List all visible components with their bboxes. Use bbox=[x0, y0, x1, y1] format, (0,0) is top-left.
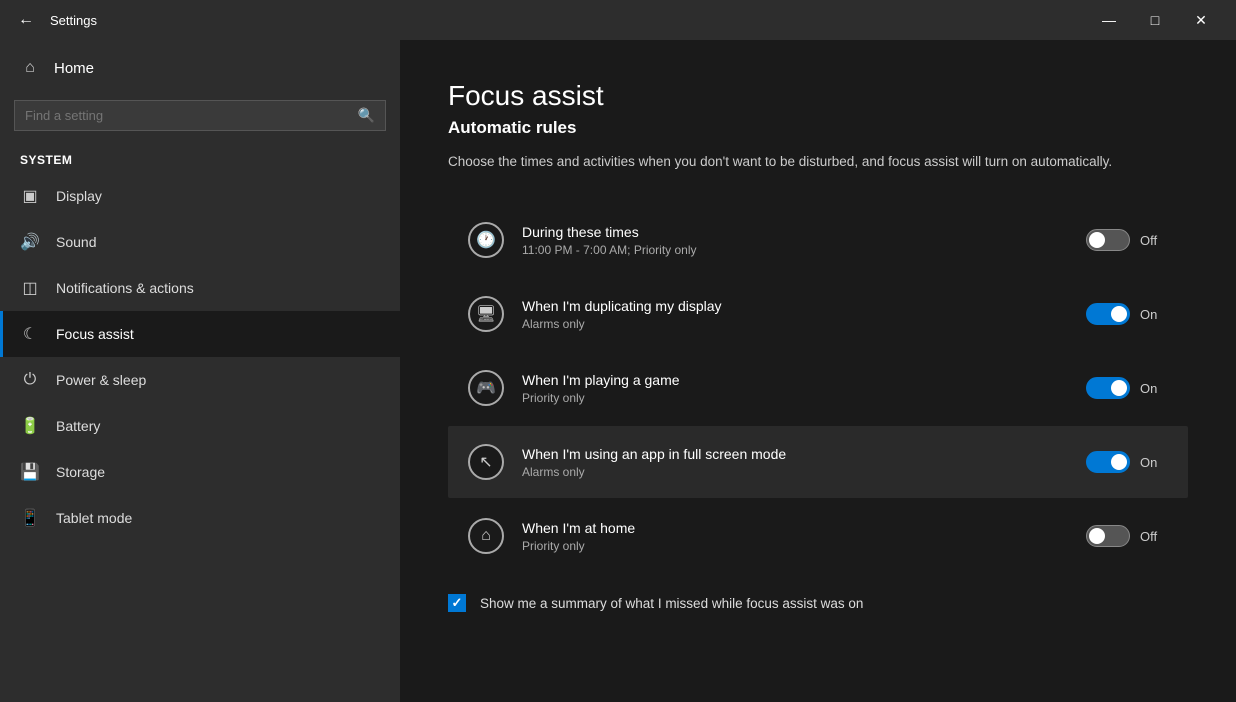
sidebar-item-label: Storage bbox=[56, 464, 105, 480]
page-title: Focus assist bbox=[448, 80, 1188, 112]
toggle-thumb bbox=[1111, 380, 1127, 396]
rule-info: When I'm at home Priority only bbox=[522, 520, 1068, 553]
sidebar-item-display[interactable]: ▣ Display bbox=[0, 173, 400, 219]
summary-checkbox-label: Show me a summary of what I missed while… bbox=[480, 596, 863, 611]
power-icon: ⏻ bbox=[20, 370, 40, 390]
battery-icon: 🔋 bbox=[20, 416, 40, 436]
rule-during-times[interactable]: 🕐 During these times 11:00 PM - 7:00 AM;… bbox=[448, 204, 1188, 276]
window-controls: — □ ✕ bbox=[1086, 0, 1224, 40]
rule-subtitle: Priority only bbox=[522, 391, 1068, 405]
rule-subtitle: Alarms only bbox=[522, 317, 1068, 331]
toggle-label: Off bbox=[1140, 233, 1168, 248]
sidebar-item-home[interactable]: ⌂ Home bbox=[0, 40, 400, 96]
rule-fullscreen[interactable]: ↖ When I'm using an app in full screen m… bbox=[448, 426, 1188, 498]
rule-at-home[interactable]: ⌂ When I'm at home Priority only Off bbox=[448, 500, 1188, 572]
toggle-thumb bbox=[1111, 454, 1127, 470]
toggle-duplicating[interactable] bbox=[1086, 303, 1130, 325]
rule-title: When I'm using an app in full screen mod… bbox=[522, 446, 1068, 462]
clock-icon: 🕐 bbox=[468, 222, 504, 258]
close-button[interactable]: ✕ bbox=[1178, 0, 1224, 40]
minimize-button[interactable]: — bbox=[1086, 0, 1132, 40]
rule-subtitle: Priority only bbox=[522, 539, 1068, 553]
titlebar: ← Settings — □ ✕ bbox=[0, 0, 1236, 40]
sidebar-item-label: Sound bbox=[56, 234, 96, 250]
sidebar-home-label: Home bbox=[54, 60, 94, 77]
toggle-during-times[interactable] bbox=[1086, 229, 1130, 251]
rule-info: During these times 11:00 PM - 7:00 AM; P… bbox=[522, 224, 1068, 257]
display-icon: ▣ bbox=[20, 186, 40, 206]
rule-title: When I'm playing a game bbox=[522, 372, 1068, 388]
search-input[interactable] bbox=[25, 108, 358, 123]
toggle-area: On bbox=[1086, 451, 1168, 473]
rule-subtitle: 11:00 PM - 7:00 AM; Priority only bbox=[522, 243, 1068, 257]
sidebar-item-storage[interactable]: 💾 Storage bbox=[0, 449, 400, 495]
toggle-area: Off bbox=[1086, 525, 1168, 547]
toggle-thumb bbox=[1089, 232, 1105, 248]
toggle-fullscreen[interactable] bbox=[1086, 451, 1130, 473]
page-subtitle: Automatic rules bbox=[448, 118, 1188, 138]
rule-info: When I'm playing a game Priority only bbox=[522, 372, 1068, 405]
toggle-area: Off bbox=[1086, 229, 1168, 251]
tablet-icon: 📱 bbox=[20, 508, 40, 528]
sidebar-item-tablet[interactable]: 📱 Tablet mode bbox=[0, 495, 400, 541]
focus-icon: ☾ bbox=[20, 324, 40, 344]
sidebar-item-label: Display bbox=[56, 188, 102, 204]
sidebar-item-notifications[interactable]: ◫ Notifications & actions bbox=[0, 265, 400, 311]
search-icon: 🔍 bbox=[358, 107, 375, 124]
sidebar-item-label: Power & sleep bbox=[56, 372, 146, 388]
rule-gaming[interactable]: 🎮 When I'm playing a game Priority only … bbox=[448, 352, 1188, 424]
checkmark-icon: ✓ bbox=[452, 595, 463, 611]
toggle-at-home[interactable] bbox=[1086, 525, 1130, 547]
rule-info: When I'm using an app in full screen mod… bbox=[522, 446, 1068, 479]
toggle-label: Off bbox=[1140, 529, 1168, 544]
fullscreen-icon: ↖ bbox=[468, 444, 504, 480]
page-description: Choose the times and activities when you… bbox=[448, 152, 1148, 172]
main-content: Focus assist Automatic rules Choose the … bbox=[400, 40, 1236, 702]
back-button[interactable]: ← bbox=[12, 6, 40, 34]
toggle-thumb bbox=[1089, 528, 1105, 544]
sidebar-item-label: Tablet mode bbox=[56, 510, 132, 526]
sidebar-item-label: Notifications & actions bbox=[56, 280, 194, 296]
home-rule-icon: ⌂ bbox=[468, 518, 504, 554]
notifications-icon: ◫ bbox=[20, 278, 40, 298]
toggle-gaming[interactable] bbox=[1086, 377, 1130, 399]
summary-checkbox-row[interactable]: ✓ Show me a summary of what I missed whi… bbox=[448, 590, 1188, 616]
rule-info: When I'm duplicating my display Alarms o… bbox=[522, 298, 1068, 331]
sidebar-item-sound[interactable]: 🔊 Sound bbox=[0, 219, 400, 265]
summary-checkbox[interactable]: ✓ bbox=[448, 594, 466, 612]
sidebar-section-label: System bbox=[0, 145, 400, 173]
sidebar-item-label: Battery bbox=[56, 418, 100, 434]
rule-title: During these times bbox=[522, 224, 1068, 240]
rule-duplicating[interactable]: 🖥 When I'm duplicating my display Alarms… bbox=[448, 278, 1188, 350]
storage-icon: 💾 bbox=[20, 462, 40, 482]
sidebar-item-battery[interactable]: 🔋 Battery bbox=[0, 403, 400, 449]
toggle-area: On bbox=[1086, 377, 1168, 399]
sidebar-item-label: Focus assist bbox=[56, 326, 134, 342]
maximize-button[interactable]: □ bbox=[1132, 0, 1178, 40]
game-icon: 🎮 bbox=[468, 370, 504, 406]
search-box[interactable]: 🔍 bbox=[14, 100, 386, 131]
sidebar: ⌂ Home 🔍 System ▣ Display 🔊 Sound ◫ Noti… bbox=[0, 40, 400, 702]
toggle-label: On bbox=[1140, 307, 1168, 322]
rule-title: When I'm at home bbox=[522, 520, 1068, 536]
sidebar-item-focus[interactable]: ☾ Focus assist bbox=[0, 311, 400, 357]
home-icon: ⌂ bbox=[20, 58, 40, 78]
sidebar-item-power[interactable]: ⏻ Power & sleep bbox=[0, 357, 400, 403]
toggle-label: On bbox=[1140, 455, 1168, 470]
app-body: ⌂ Home 🔍 System ▣ Display 🔊 Sound ◫ Noti… bbox=[0, 40, 1236, 702]
rule-title: When I'm duplicating my display bbox=[522, 298, 1068, 314]
rule-subtitle: Alarms only bbox=[522, 465, 1068, 479]
display-duplicate-icon: 🖥 bbox=[468, 296, 504, 332]
sound-icon: 🔊 bbox=[20, 232, 40, 252]
titlebar-title: Settings bbox=[50, 13, 1076, 28]
toggle-area: On bbox=[1086, 303, 1168, 325]
toggle-label: On bbox=[1140, 381, 1168, 396]
toggle-thumb bbox=[1111, 306, 1127, 322]
